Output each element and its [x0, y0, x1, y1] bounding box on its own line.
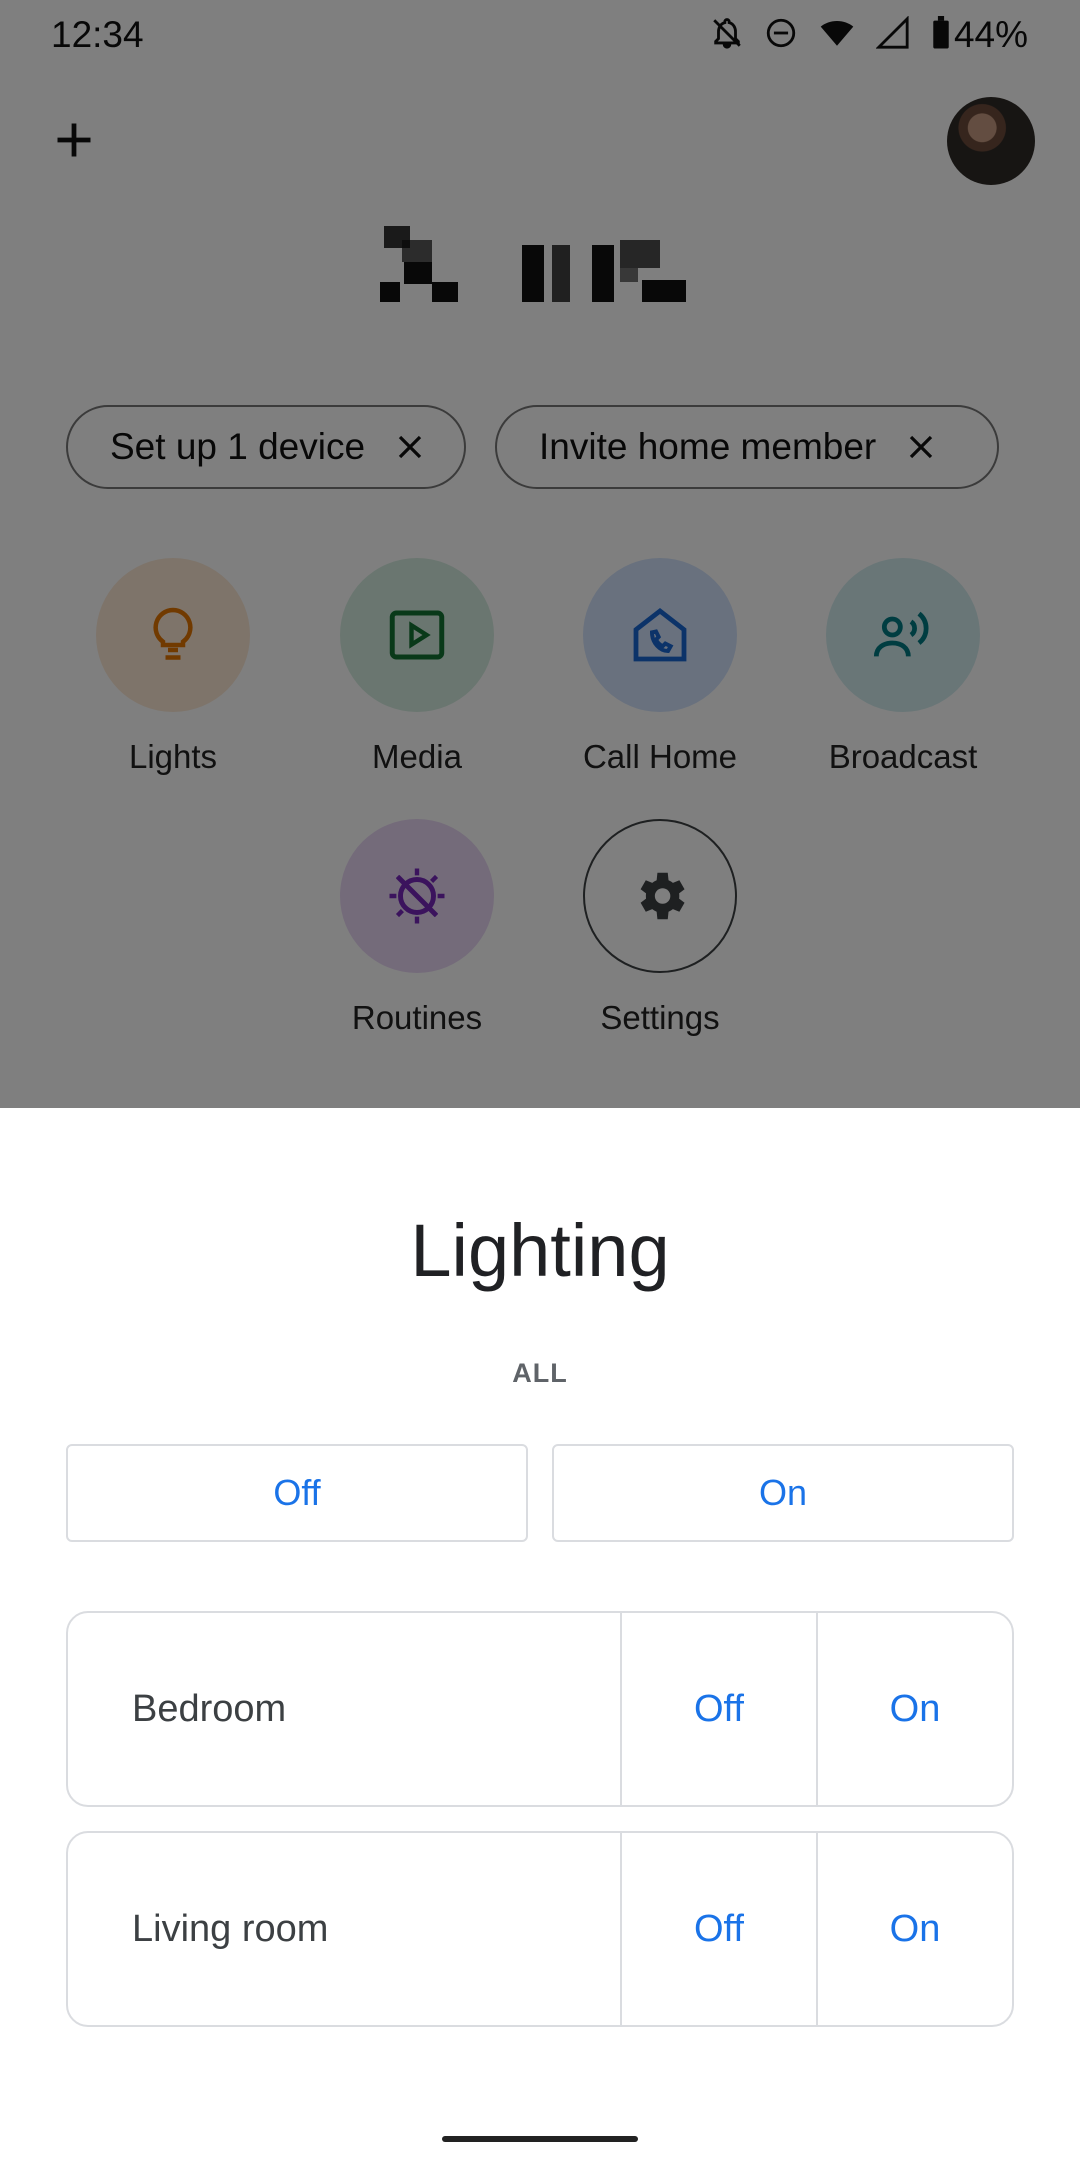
bedroom-off-button[interactable]: Off	[620, 1613, 816, 1805]
bedroom-on-button[interactable]: On	[816, 1613, 1012, 1805]
all-on-button[interactable]: On	[552, 1444, 1014, 1542]
room-row-bedroom: Bedroom Off On	[66, 1611, 1014, 1807]
living-room-off-button[interactable]: Off	[620, 1833, 816, 2025]
room-name: Living room	[132, 1907, 329, 1950]
sheet-subtitle-all: ALL	[512, 1358, 568, 1388]
gesture-home-bar[interactable]	[442, 2136, 638, 2142]
dim-scrim[interactable]	[0, 0, 1080, 1108]
living-room-on-button[interactable]: On	[816, 1833, 1012, 2025]
room-name: Bedroom	[132, 1687, 287, 1730]
all-off-button[interactable]: Off	[66, 1444, 528, 1542]
sheet-title: Lighting	[410, 1209, 670, 1292]
room-row-living-room: Living room Off On	[66, 1831, 1014, 2027]
